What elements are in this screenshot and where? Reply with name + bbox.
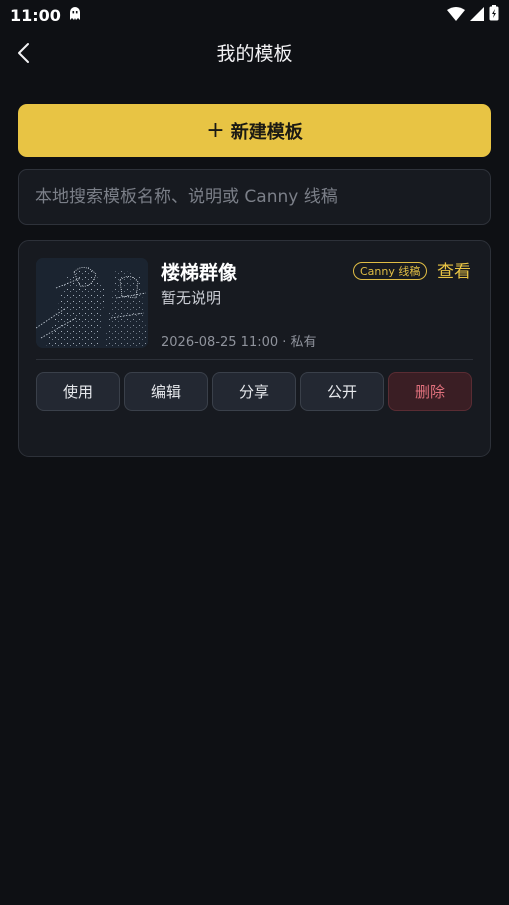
template-card[interactable]: 楼梯群像 暂无说明 Canny 线稿 查看 2026-08-25 11:00 ·… <box>18 240 491 457</box>
view-template-link[interactable]: 查看 <box>437 257 471 282</box>
signal-icon <box>470 6 484 25</box>
ghost-icon <box>67 5 83 25</box>
plus-icon: + <box>206 117 225 143</box>
template-name: 楼梯群像 <box>161 262 238 284</box>
wifi-icon <box>447 6 465 25</box>
status-right <box>447 5 499 25</box>
template-actions: 使用 编辑 分享 公开 删除 <box>36 372 472 411</box>
template-thumbnail[interactable] <box>36 258 148 348</box>
use-button[interactable]: 使用 <box>36 372 120 411</box>
status-left: 11:00 <box>10 5 83 25</box>
back-button[interactable] <box>14 40 36 66</box>
chevron-left-icon <box>18 43 29 63</box>
template-meta: 2026-08-25 11:00 · 私有 <box>161 335 317 350</box>
publish-button[interactable]: 公开 <box>300 372 384 411</box>
share-button[interactable]: 分享 <box>212 372 296 411</box>
edit-button[interactable]: 编辑 <box>124 372 208 411</box>
battery-icon <box>489 5 499 25</box>
new-template-label: 新建模板 <box>230 121 303 143</box>
status-bar: 11:00 <box>0 0 509 30</box>
nav-bar: 我的模板 <box>0 30 509 74</box>
delete-button[interactable]: 删除 <box>388 372 472 411</box>
template-description: 暂无说明 <box>161 289 222 307</box>
status-time: 11:00 <box>10 5 61 25</box>
new-template-button[interactable]: + 新建模板 <box>18 104 491 157</box>
search-box[interactable] <box>18 169 491 225</box>
template-type-badge: Canny 线稿 <box>353 262 428 280</box>
card-divider <box>36 359 473 360</box>
search-input[interactable] <box>35 187 474 207</box>
page-title: 我的模板 <box>216 42 293 65</box>
